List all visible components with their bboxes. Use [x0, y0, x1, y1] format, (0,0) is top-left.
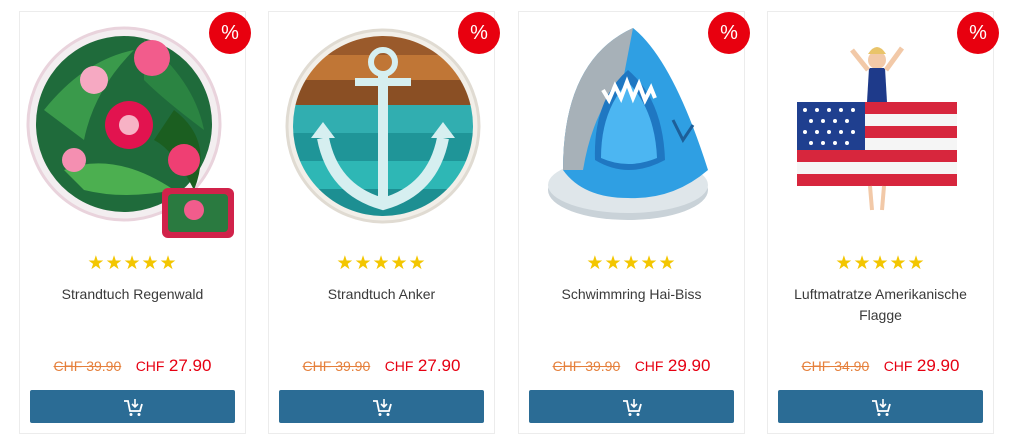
old-price: CHF 34.90 — [801, 358, 870, 374]
price-currency: CHF — [384, 358, 414, 374]
product-title[interactable]: Luftmatratze Amerikanische Flagge — [778, 284, 983, 326]
product-image-air-mattress-us-flag[interactable] — [772, 20, 991, 242]
product-title[interactable]: Schwimmring Hai-Biss — [529, 284, 734, 305]
price-row: CHF 39.90 CHF 27.90 — [269, 356, 494, 376]
price-amount: 29.90 — [916, 356, 960, 375]
old-price: CHF 39.90 — [53, 358, 122, 374]
cart-add-icon — [372, 398, 392, 416]
product-card[interactable]: % ★★★★★ Strandtuch Anker CHF 39.90 CHF 2… — [268, 11, 500, 434]
product-card[interactable]: % ★★★★★ Luftmatratze Amerikanische Flagg… — [767, 11, 999, 434]
rating-stars: ★★★★★ — [87, 253, 178, 274]
product-title[interactable]: Strandtuch Regenwald — [30, 284, 235, 305]
cart-add-icon — [622, 398, 642, 416]
discount-badge: % — [209, 12, 251, 54]
product-card[interactable]: % ★★★★★ Strandtuch Regenwald CHF 39.90 C… — [19, 11, 251, 434]
price-currency: CHF — [883, 358, 913, 374]
rating-stars: ★★★★★ — [336, 253, 427, 274]
product-card[interactable]: % ★★★★★ Schwimmring Hai-Biss CHF 39.90 C… — [518, 11, 750, 434]
add-to-cart-button[interactable] — [279, 390, 484, 423]
add-to-cart-button[interactable] — [529, 390, 734, 423]
price-amount: 29.90 — [667, 356, 711, 375]
discount-badge: % — [708, 12, 750, 54]
add-to-cart-button[interactable] — [778, 390, 983, 423]
cart-add-icon — [123, 398, 143, 416]
price-currency: CHF — [135, 358, 165, 374]
cart-add-icon — [871, 398, 891, 416]
discount-badge: % — [458, 12, 500, 54]
product-title[interactable]: Strandtuch Anker — [279, 284, 484, 305]
price-row: CHF 34.90 CHF 29.90 — [768, 356, 993, 376]
product-image-beach-towel-anchor[interactable] — [273, 20, 492, 242]
discount-badge: % — [957, 12, 999, 54]
product-image-shark-swim-ring[interactable] — [523, 20, 742, 242]
rating-stars: ★★★★★ — [586, 253, 677, 274]
price-amount: 27.90 — [168, 356, 212, 375]
price-amount: 27.90 — [417, 356, 461, 375]
price-currency: CHF — [634, 358, 664, 374]
old-price: CHF 39.90 — [552, 358, 621, 374]
product-image-beach-towel-rainforest[interactable] — [24, 20, 243, 242]
price-row: CHF 39.90 CHF 29.90 — [519, 356, 744, 376]
add-to-cart-button[interactable] — [30, 390, 235, 423]
rating-stars: ★★★★★ — [835, 253, 926, 274]
old-price: CHF 39.90 — [302, 358, 371, 374]
price-row: CHF 39.90 CHF 27.90 — [20, 356, 245, 376]
